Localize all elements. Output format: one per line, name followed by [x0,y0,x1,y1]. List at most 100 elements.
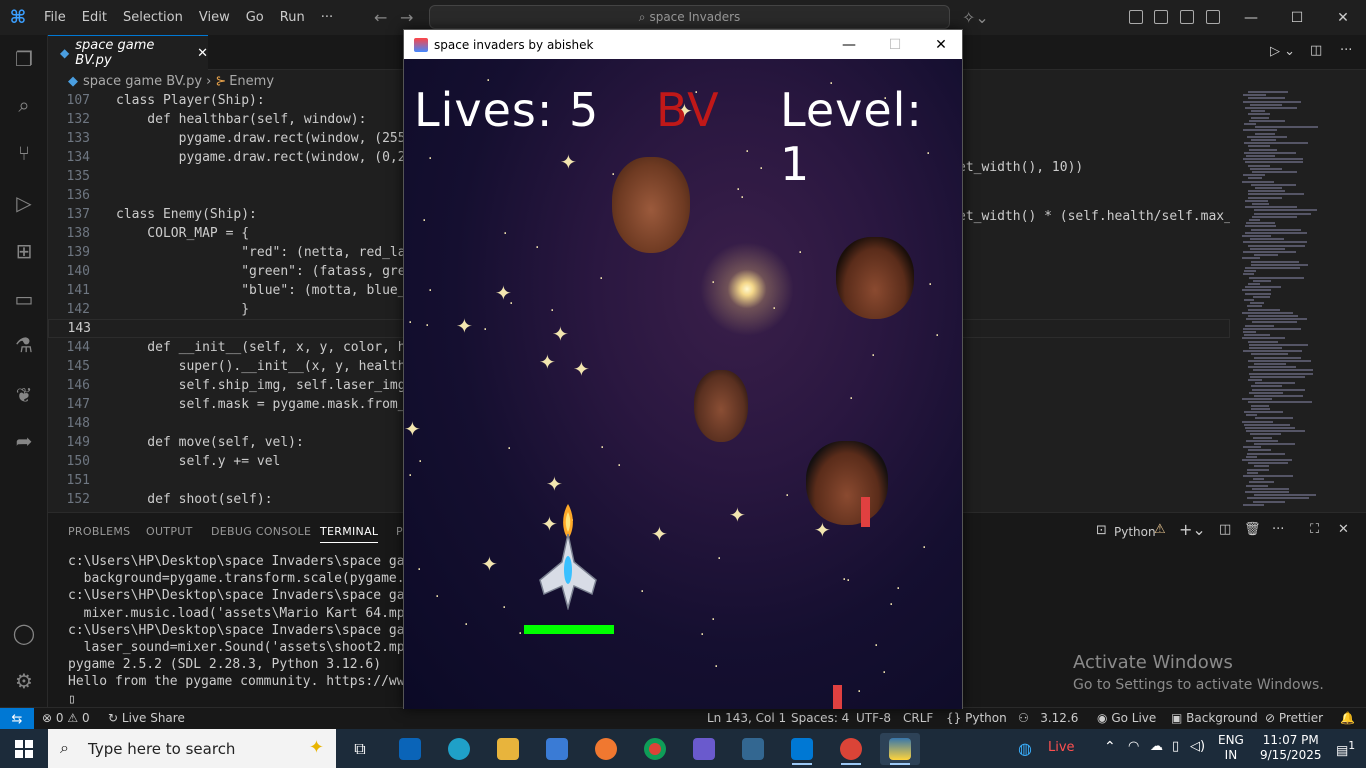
python-app-icon[interactable] [880,733,920,765]
split-terminal-icon[interactable]: ◫ [1219,522,1231,537]
breadcrumb-symbol[interactable]: Enemy [229,74,274,89]
accounts-icon[interactable]: ◯ [12,621,36,645]
tab-debug-console[interactable]: DEBUG CONSOLE [211,525,311,538]
star: · [711,612,716,628]
back-arrow-icon[interactable]: ← [374,8,387,27]
tab-terminal[interactable]: TERMINAL [320,525,379,543]
explorer-icon[interactable]: ❐ [12,47,36,71]
maximize-panel-icon[interactable]: ⛶ [1310,522,1319,537]
forward-arrow-icon[interactable]: → [400,8,413,27]
copilot-icon[interactable]: ✧⌄ [962,8,989,27]
mongodb-leaf-icon[interactable]: ❦ [12,383,36,407]
menu-go[interactable]: Go [238,0,272,35]
game-canvas[interactable]: ···✦·····✦··✦··✦✦·····✦·····✦✦······✦···… [404,59,962,709]
language-indicator[interactable]: ENG IN [1218,733,1244,763]
menu-selection[interactable]: Selection [115,0,191,35]
pygame-maximize-button[interactable]: ☐ [872,30,918,59]
pygame-minimize-button[interactable]: — [826,30,872,59]
go-live-button[interactable]: ◉ Go Live [1097,711,1156,725]
task-view-icon[interactable]: ⧉ [340,733,380,765]
toggle-secondary-sidebar-icon[interactable] [1206,10,1220,24]
minimap-line [1243,174,1265,177]
kill-terminal-icon[interactable]: 🗑 [1244,522,1261,537]
live-share-status[interactable]: ↻ Live Share [108,711,185,725]
lives-counter: Lives: 5 [414,83,600,137]
run-file-icon[interactable]: ▷ ⌄ [1270,44,1295,59]
minimap[interactable] [1230,91,1366,511]
testing-icon[interactable]: ⚗ [12,333,36,357]
command-center-search[interactable]: ⌕ space Invaders [429,5,950,29]
close-button[interactable]: ✕ [1320,0,1366,35]
menu-file[interactable]: File [36,0,74,35]
close-tab-icon[interactable]: ✕ [197,46,208,61]
search-placeholder: Type here to search [88,739,236,758]
customize-layout-icon[interactable] [1129,10,1143,24]
tab-problems[interactable]: PROBLEMS [68,525,130,538]
clock[interactable]: 11:07 PM 9/15/2025 [1260,733,1322,763]
taskbar-search[interactable]: ⌕ Type here to search ✦ [48,729,336,768]
split-editor-icon[interactable]: ◫ [1310,43,1322,58]
copilot-app-icon[interactable] [684,733,724,765]
maximize-button[interactable]: ☐ [1274,0,1320,35]
weather-icon[interactable]: ◍ [1018,739,1032,758]
chrome-app-icon[interactable] [635,733,675,765]
vscode-app-icon[interactable] [782,733,822,765]
tab-space-game[interactable]: ◆ space game BV.py ✕ [48,35,208,70]
volume-icon[interactable]: ◁) [1190,739,1205,754]
store-app-icon[interactable] [537,733,577,765]
outlook-app-icon[interactable] [390,733,430,765]
start-button[interactable] [0,729,48,768]
star: ✦ [552,322,569,346]
notification-center-icon[interactable]: ▤1 [1336,739,1355,758]
manage-gear-icon[interactable]: ⚙ [12,669,36,693]
pygame-title-bar[interactable]: space invaders by abishek — ☐ ✕ [404,30,962,59]
menu-run[interactable]: Run [272,0,313,35]
background-status[interactable]: ▣ Background [1171,711,1258,725]
pygame-window[interactable]: space invaders by abishek — ☐ ✕ · · · ✦ · · · ·… [403,29,963,709]
weather-label[interactable]: Live [1048,740,1075,755]
menu-more[interactable]: ··· [313,0,341,35]
toggle-sidebar-icon[interactable] [1154,10,1168,24]
activate-subtitle: Go to Settings to activate Windows. [1073,677,1324,693]
pygame-close-button[interactable]: ✕ [918,30,964,59]
more-actions-icon[interactable]: ··· [1340,43,1352,58]
battery-icon[interactable]: ▯ [1172,739,1179,754]
postgres-app-icon[interactable] [733,733,773,765]
toggle-panel-icon[interactable] [1180,10,1194,24]
cursor-position[interactable]: Ln 143, Col 1 [707,711,786,725]
cloud-icon[interactable]: ☁ [1150,739,1163,754]
tab-output[interactable]: OUTPUT [146,525,193,538]
close-panel-icon[interactable]: ✕ [1338,522,1349,537]
chrome-profile-app-icon[interactable] [831,733,871,765]
more-actions-icon[interactable]: ··· [1272,522,1284,537]
file-explorer-app-icon[interactable] [488,733,528,765]
remote-explorer-icon[interactable]: ▭ [12,287,36,311]
menu-edit[interactable]: Edit [74,0,115,35]
tab-ports[interactable]: P [396,525,403,538]
firefox-app-icon[interactable] [586,733,626,765]
terminal-shell-label[interactable]: Python [1114,525,1156,539]
run-debug-icon[interactable]: ▷ [12,191,36,215]
minimize-button[interactable]: — [1228,0,1274,35]
live-share-icon[interactable]: ➦ [12,429,36,453]
menu-view[interactable]: View [191,0,238,35]
remote-indicator-icon[interactable]: ⇆ [0,708,34,730]
prettier-status[interactable]: ⊘ Prettier [1265,711,1323,725]
source-control-icon[interactable]: ⑂ [12,141,36,165]
chevron-up-icon[interactable]: ⌃ [1104,739,1116,755]
breadcrumb-file[interactable]: space game BV.py [83,74,202,89]
live-share-icon: ↻ [108,711,119,725]
encoding[interactable]: UTF-8 [856,711,891,725]
problems-status[interactable]: ⊗ 0 ⚠ 0 [42,711,90,725]
extensions-icon[interactable]: ⊞ [12,239,36,263]
new-terminal-icon[interactable]: +⌄ [1179,520,1206,539]
search-icon[interactable]: ⌕ [12,93,36,117]
python-interpreter[interactable]: ⚇ 3.12.6 [1018,711,1078,725]
terminal-output[interactable]: c:\Users\HP\Desktop\space Invaders\space… [68,553,444,708]
notifications-bell-icon[interactable]: 🔔 [1340,711,1355,725]
indentation[interactable]: Spaces: 4 [791,711,849,725]
edge-app-icon[interactable] [439,733,479,765]
language-mode[interactable]: {} Python [946,711,1007,725]
end-of-line[interactable]: CRLF [903,711,933,725]
wifi-icon[interactable]: ◠ [1128,739,1139,754]
